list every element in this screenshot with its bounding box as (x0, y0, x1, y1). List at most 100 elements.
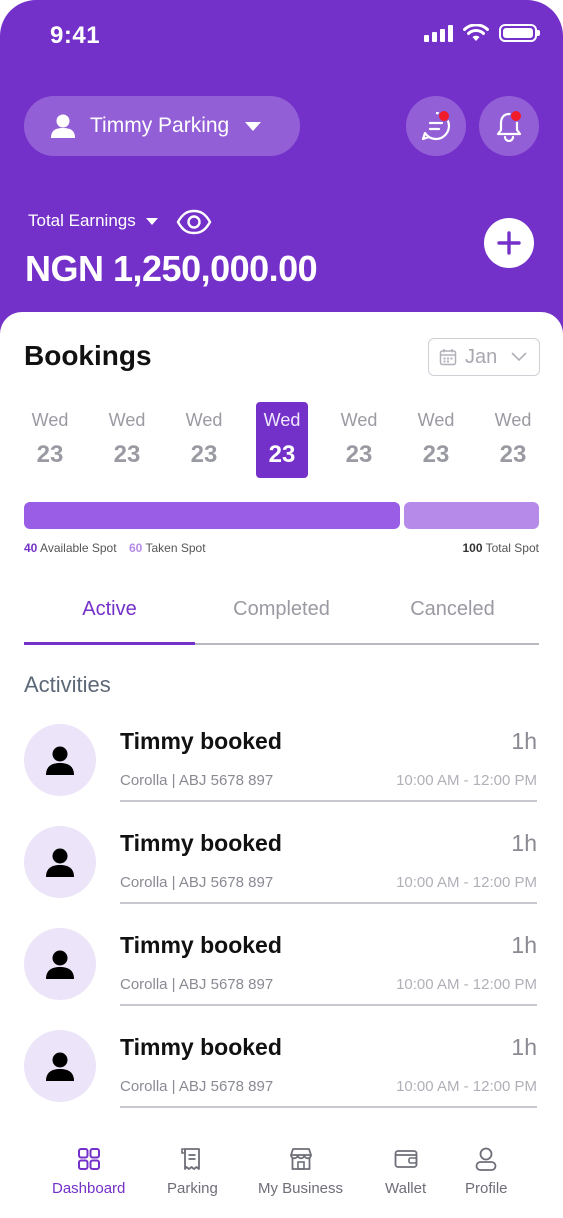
account-name: Timmy Parking (90, 114, 230, 137)
day-item[interactable]: Wed 23 (24, 402, 76, 478)
eye-icon[interactable] (176, 208, 212, 236)
taken-spot-label: Taken Spot (145, 541, 206, 555)
user-icon (46, 848, 74, 877)
status-time: 9:41 (50, 22, 101, 49)
nav-parking[interactable]: Parking (167, 1146, 218, 1197)
activity-title: Timmy booked (120, 830, 282, 856)
grid-icon (77, 1148, 100, 1170)
nav-label: Dashboard (52, 1180, 126, 1197)
avatar (24, 1030, 96, 1102)
activity-item[interactable]: Timmy booked 1h Corolla | ABJ 5678 897 1… (24, 724, 539, 814)
spot-capacity-bar (24, 502, 539, 529)
day-number: 23 (345, 441, 373, 468)
activity-time: 10:00 AM - 12:00 PM (396, 772, 537, 789)
available-spot-label: Available Spot (40, 541, 117, 555)
earnings-label: Total Earnings (28, 211, 136, 230)
earnings-amount: NGN 1,250,000.00 (25, 248, 318, 289)
activity-vehicle: Corolla | ABJ 5678 897 (120, 874, 274, 891)
day-name: Wed (185, 410, 223, 430)
notifications-button[interactable] (479, 96, 539, 156)
day-number: 23 (113, 441, 141, 468)
bottom-nav: Dashboard Parking My Business Wallet Pro… (0, 1132, 563, 1218)
chevron-down-icon (245, 121, 262, 131)
user-icon (475, 1147, 497, 1171)
activity-item[interactable]: Timmy booked 1h Corolla | ABJ 5678 897 1… (24, 826, 539, 916)
user-icon (46, 746, 74, 775)
month-select[interactable]: Jan (428, 338, 540, 376)
earnings-selector[interactable]: Total Earnings (28, 211, 158, 231)
user-icon (46, 1052, 74, 1081)
divider (120, 1004, 537, 1006)
nav-wallet[interactable]: Wallet (385, 1146, 426, 1197)
active-tab-indicator (24, 642, 195, 645)
activities-title: Activities (24, 672, 111, 697)
day-item[interactable]: Wed 23 (333, 402, 385, 478)
activity-duration: 1h (511, 728, 537, 754)
user-icon (46, 950, 74, 979)
day-item[interactable]: Wed 23 (410, 402, 462, 478)
activity-item[interactable]: Timmy booked 1h Corolla | ABJ 5678 897 1… (24, 1030, 539, 1120)
wallet-icon (394, 1150, 417, 1168)
day-number: 23 (499, 441, 527, 468)
activity-time: 10:00 AM - 12:00 PM (396, 976, 537, 993)
calendar-icon (439, 349, 457, 366)
activity-title: Timmy booked (120, 1034, 282, 1060)
taken-spot-count: 60 (129, 541, 143, 555)
battery-icon (499, 24, 540, 42)
signal-icon (424, 24, 453, 42)
total-spot-legend: 100 Total Spot (462, 541, 539, 555)
messages-button[interactable] (406, 96, 466, 156)
nav-label: Wallet (385, 1180, 427, 1197)
notification-dot (438, 110, 450, 122)
day-item[interactable]: Wed 23 (101, 402, 153, 478)
tab-active[interactable]: Active (24, 598, 195, 621)
activity-title: Timmy booked (120, 932, 282, 958)
available-spot-bar (24, 502, 400, 529)
avatar (24, 724, 96, 796)
activity-title: Timmy booked (120, 728, 282, 754)
nav-profile[interactable]: Profile (465, 1146, 508, 1197)
month-label: Jan (465, 345, 498, 368)
day-name: Wed (108, 410, 146, 430)
activity-vehicle: Corolla | ABJ 5678 897 (120, 772, 274, 789)
activity-vehicle: Corolla | ABJ 5678 897 (120, 976, 274, 993)
tab-completed[interactable]: Completed (196, 598, 367, 621)
activity-duration: 1h (511, 830, 537, 856)
day-name: Wed (31, 410, 69, 430)
avatar (24, 826, 96, 898)
taken-spot-legend: 60 Taken Spot (129, 541, 206, 555)
activity-vehicle: Corolla | ABJ 5678 897 (120, 1078, 274, 1095)
bookings-title: Bookings (24, 340, 152, 371)
day-selector: Wed 23 Wed 23 Wed 23 Wed 23 Wed 23 Wed 2… (24, 402, 540, 478)
day-name: Wed (263, 410, 301, 430)
taken-spot-bar (404, 502, 539, 529)
activity-duration: 1h (511, 932, 537, 958)
avatar (24, 928, 96, 1000)
nav-dashboard[interactable]: Dashboard (52, 1146, 125, 1197)
total-spot-label: Total Spot (485, 541, 539, 555)
day-item[interactable]: Wed 23 (178, 402, 230, 478)
booking-tabs: Active Completed Canceled (24, 582, 539, 645)
notification-dot (510, 110, 522, 122)
available-spot-legend: 40 Available Spot (24, 541, 117, 555)
receipt-icon (181, 1148, 201, 1170)
day-number: 23 (268, 441, 296, 468)
activity-duration: 1h (511, 1034, 537, 1060)
store-icon (289, 1148, 312, 1170)
day-item-selected[interactable]: Wed 23 (256, 402, 308, 478)
app-screen: 9:41 Timmy Parking Total Earnings NGN 1,… (0, 0, 563, 1218)
day-item[interactable]: Wed 23 (487, 402, 539, 478)
activity-item[interactable]: Timmy booked 1h Corolla | ABJ 5678 897 1… (24, 928, 539, 1018)
day-number: 23 (36, 441, 64, 468)
chevron-down-icon (511, 352, 527, 362)
account-switcher[interactable]: Timmy Parking (24, 96, 300, 156)
day-number: 23 (422, 441, 450, 468)
status-icons (424, 24, 540, 42)
tab-canceled[interactable]: Canceled (367, 598, 538, 621)
plus-icon (497, 231, 521, 255)
add-button[interactable] (484, 218, 534, 268)
activity-time: 10:00 AM - 12:00 PM (396, 1078, 537, 1095)
bookings-sheet: Bookings Jan Wed 23 Wed 23 Wed 23 Wed 23… (0, 312, 563, 1142)
nav-label: My Business (258, 1180, 344, 1197)
nav-my-business[interactable]: My Business (258, 1146, 343, 1197)
